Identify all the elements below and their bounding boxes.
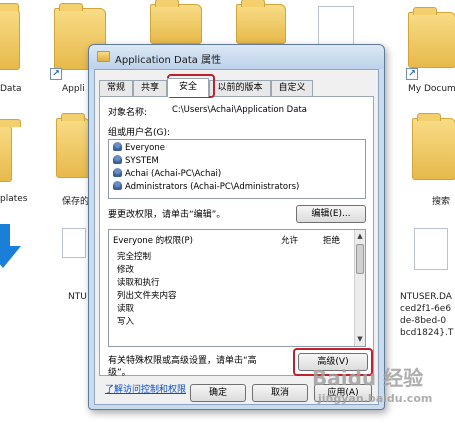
shortcut-arrow-icon: ↗	[50, 68, 62, 80]
user-icon	[113, 168, 122, 177]
document-icon[interactable]	[414, 228, 448, 270]
object-name-label: 对象名称:	[108, 108, 148, 118]
download-arrow-icon	[0, 224, 10, 246]
folder-icon[interactable]	[56, 113, 90, 178]
permission-row: 读取和执行	[117, 278, 160, 288]
watermark-brand: Baidu 经验	[312, 366, 424, 390]
file-label-ced: ced2f1-6e6	[400, 304, 452, 314]
tab-previous-versions[interactable]: 以前的版本	[209, 80, 271, 96]
permission-row: 写入	[117, 317, 135, 327]
groups-label: 组或用户名(G):	[108, 128, 171, 138]
document-icon[interactable]	[62, 228, 86, 258]
allow-column-header: 允许	[281, 236, 299, 246]
tab-strip: 常规 共享 安全 以前的版本 自定义	[99, 78, 379, 97]
dialog-title: Application Data 属性	[115, 55, 222, 66]
list-item[interactable]: SYSTEM	[113, 155, 159, 167]
file-label-ntu: NTU	[68, 292, 87, 302]
tab-sharing[interactable]: 共享	[133, 80, 167, 96]
tab-security[interactable]: 安全	[167, 78, 209, 97]
user-group-icon	[113, 142, 122, 151]
list-item[interactable]: Administrators (Achai-PC\Administrators)	[113, 181, 299, 193]
dialog-titlebar[interactable]: Application Data 属性	[89, 45, 384, 69]
watermark-url: jingyan.baidu.com	[318, 392, 433, 405]
advanced-hint-line2: 级”。	[108, 368, 131, 378]
folder-icon	[97, 51, 110, 62]
file-label-data: Data	[0, 84, 22, 94]
edit-button[interactable]: 编辑(E)...	[296, 205, 366, 223]
permissions-scrollbar[interactable]: ▲ ▼	[354, 230, 365, 346]
user-group-icon	[113, 155, 122, 164]
access-control-help-link[interactable]: 了解访问控制和权限	[105, 382, 186, 395]
download-arrow-icon	[0, 246, 21, 268]
folder-icon[interactable]	[150, 0, 202, 44]
file-label-plates: plates	[0, 194, 28, 204]
edit-hint: 要更改权限，请单击“编辑”。	[108, 210, 226, 220]
list-item[interactable]: Everyone	[113, 142, 165, 154]
file-label-de8: de-8bed-0	[400, 316, 447, 326]
scroll-thumb[interactable]	[356, 244, 364, 274]
file-label-my-documents: My Docum	[408, 84, 455, 94]
permission-row: 修改	[117, 265, 135, 275]
ok-button[interactable]: 确定	[190, 384, 246, 402]
scroll-down-icon[interactable]: ▼	[356, 335, 364, 344]
user-list[interactable]: Everyone SYSTEM Achai (Achai-PC\Achai) A…	[108, 139, 366, 199]
file-label-ntuser: NTUSER.DA	[400, 292, 452, 302]
permissions-title: Everyone 的权限(P)	[113, 236, 193, 246]
file-label-search: 搜索	[432, 197, 451, 207]
folder-icon[interactable]	[408, 7, 455, 68]
document-icon[interactable]	[318, 6, 354, 48]
folder-icon[interactable]	[0, 3, 20, 70]
permission-row: 完全控制	[117, 252, 152, 262]
shortcut-arrow-icon: ↗	[406, 68, 418, 80]
folder-icon[interactable]	[0, 119, 21, 182]
user-group-icon	[113, 181, 122, 190]
object-name-value: C:\Users\Achai\Application Data	[172, 105, 307, 115]
security-tab-panel: 对象名称: C:\Users\Achai\Application Data 组或…	[99, 96, 374, 378]
scroll-up-icon[interactable]: ▲	[356, 232, 364, 241]
file-label-appl: Appli	[62, 84, 85, 94]
tab-general[interactable]: 常规	[99, 80, 133, 96]
permissions-list[interactable]: Everyone 的权限(P) 允许 拒绝 完全控制 修改 读取和执行 列出文件…	[108, 229, 366, 347]
file-label-saved: 保存的	[62, 197, 90, 207]
folder-icon[interactable]	[236, 0, 286, 44]
permission-row: 列出文件夹内容	[117, 291, 177, 301]
deny-column-header: 拒绝	[323, 236, 341, 246]
dialog-client-area: 常规 共享 安全 以前的版本 自定义 对象名称: C:\Users\Achai\…	[94, 69, 379, 405]
list-item[interactable]: Achai (Achai-PC\Achai)	[113, 168, 221, 180]
folder-icon[interactable]	[412, 113, 455, 180]
cancel-button[interactable]: 取消	[252, 384, 308, 402]
permission-row: 读取	[117, 304, 135, 314]
file-label-bcd: bcd1824}.T	[400, 328, 454, 338]
properties-dialog: Application Data 属性 常规 共享 安全 以前的版本 自定义 对…	[88, 44, 385, 410]
tab-customize[interactable]: 自定义	[271, 80, 313, 96]
